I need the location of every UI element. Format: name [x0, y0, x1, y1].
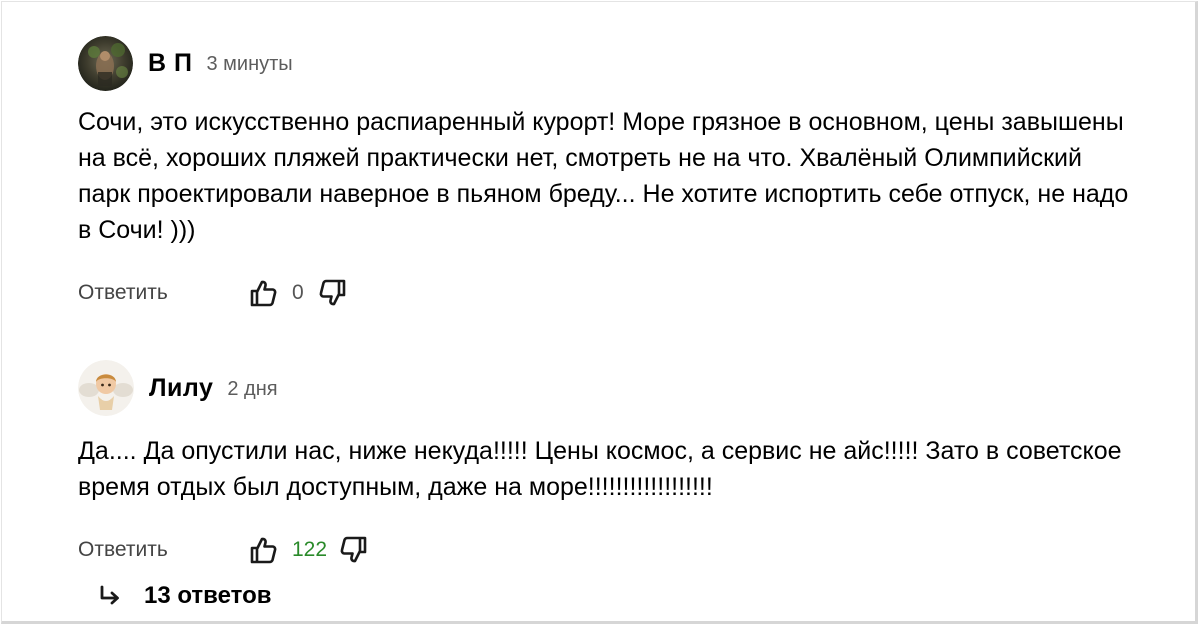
thumbs-up-icon	[250, 537, 277, 564]
comment: В П 3 минуты Сочи, это искусственно расп…	[78, 35, 1155, 313]
thumbs-down-icon	[340, 536, 367, 563]
avatar[interactable]	[78, 35, 133, 91]
comment-text: Сочи, это искусственно распиаренный куро…	[78, 108, 1129, 244]
comment-header: Лилу 2 дня	[78, 357, 1155, 419]
dislike-button[interactable]	[337, 533, 371, 567]
avatar[interactable]	[78, 360, 134, 416]
comment-time: 3 минуты	[206, 53, 293, 75]
replies-count-label: 13 ответов	[144, 582, 272, 609]
comment-author[interactable]: В П	[148, 49, 192, 78]
thumbs-down-icon	[319, 279, 346, 306]
like-button[interactable]	[246, 276, 280, 310]
like-count: 0	[292, 281, 304, 304]
comment: Лилу 2 дня Да.... Да опустили нас, ниже …	[78, 357, 1155, 570]
thumbs-up-icon	[250, 280, 277, 307]
reply-arrow-icon	[100, 585, 119, 605]
comment-text: Да.... Да опустили нас, ниже некуда!!!!!…	[78, 437, 1122, 501]
like-button[interactable]	[246, 533, 280, 567]
show-replies-button[interactable]: 13 ответов	[98, 582, 272, 610]
comment-header: В П 3 минуты	[78, 35, 1155, 91]
comments-panel: В П 3 минуты Сочи, это искусственно расп…	[1, 1, 1198, 624]
reply-button[interactable]: Ответить	[78, 281, 246, 305]
reply-button[interactable]: Ответить	[78, 538, 246, 562]
comment-actions: Ответить 122	[78, 530, 1155, 570]
comment-author[interactable]: Лилу	[149, 374, 213, 403]
comment-time: 2 дня	[227, 378, 278, 400]
dislike-button[interactable]	[316, 276, 350, 310]
like-count: 122	[292, 538, 328, 561]
comment-actions: Ответить 0	[78, 273, 1155, 313]
